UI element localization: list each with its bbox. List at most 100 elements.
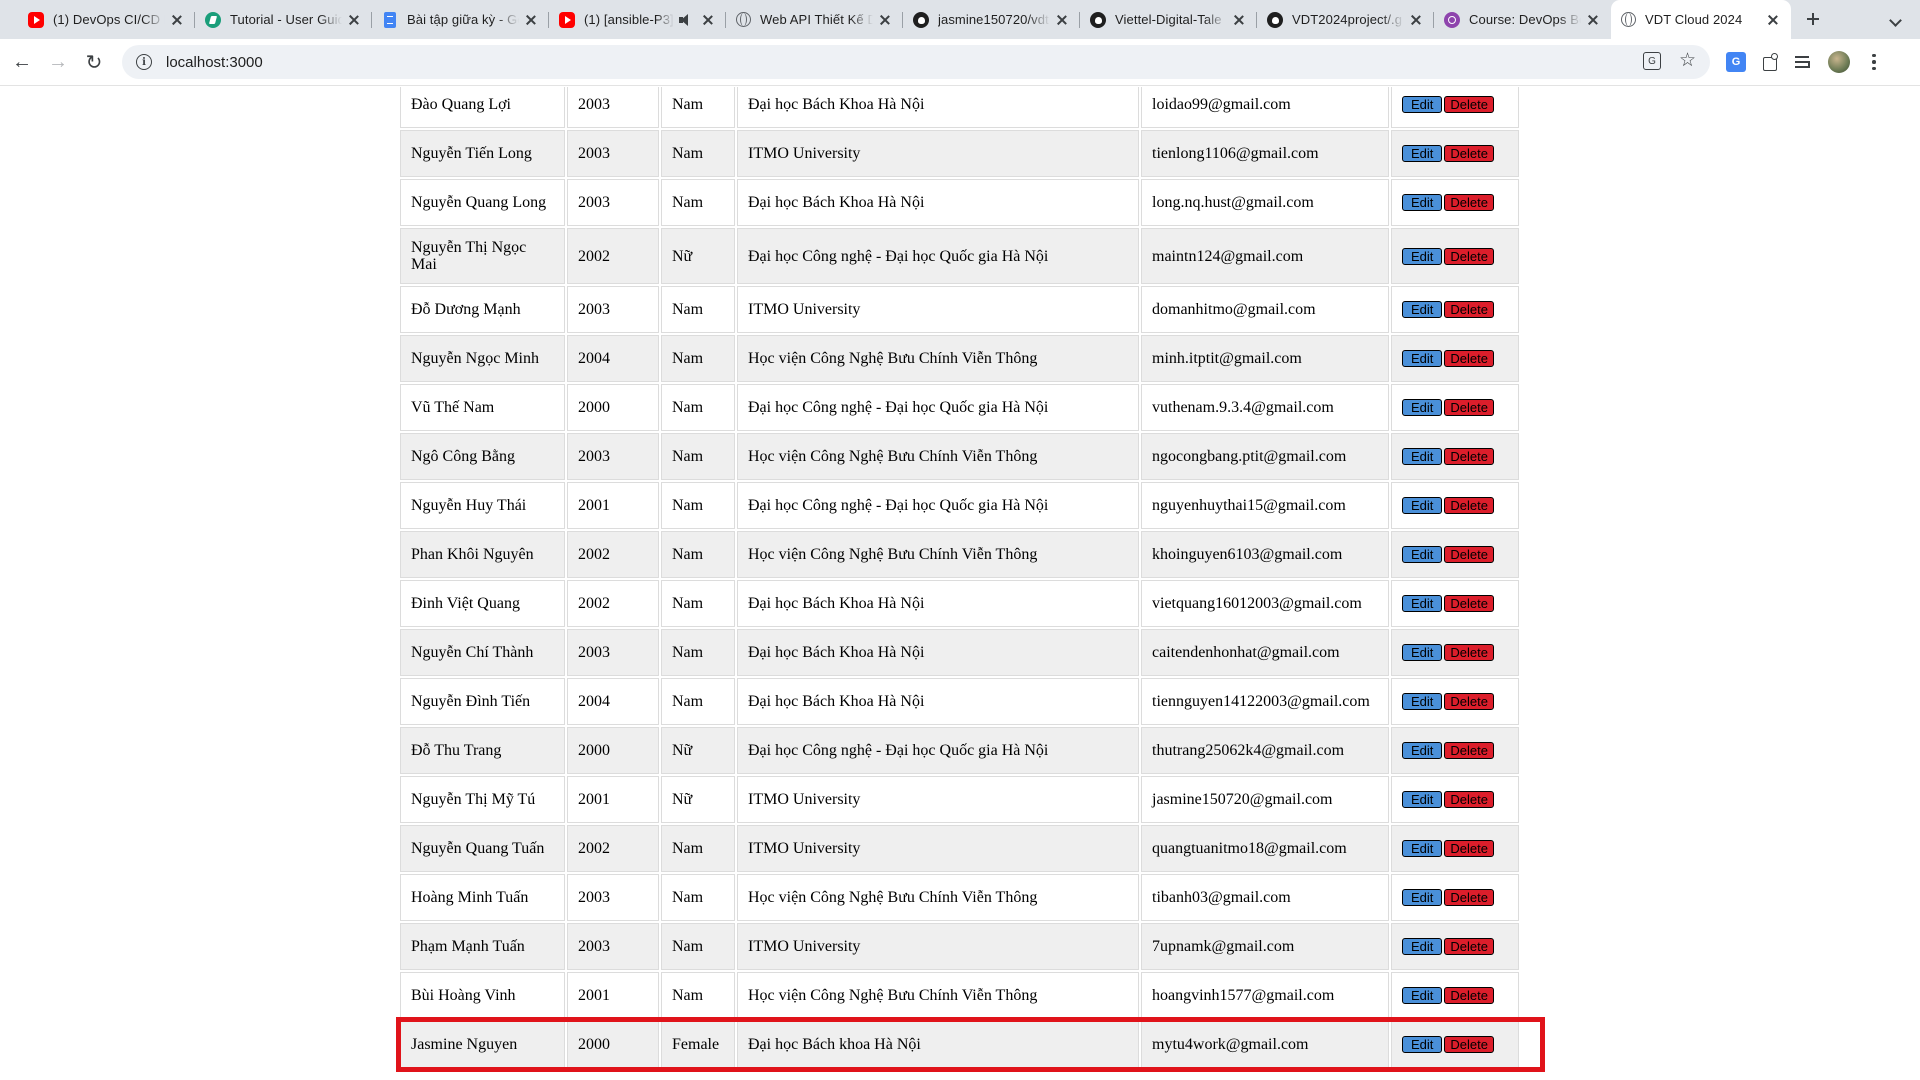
browser-tab[interactable]: Viettel-Digital-Tale <box>1080 0 1257 39</box>
edit-button[interactable]: Edit <box>1402 693 1443 711</box>
actions-cell: Edit Delete <box>1391 629 1519 676</box>
email-cell: tienlong1106@gmail.com <box>1141 130 1389 177</box>
actions-cell: Edit Delete <box>1391 923 1519 970</box>
youtube-icon <box>28 11 44 28</box>
students-table: Đào Quang Lợi 2003 Nam Đại học Bách Khoa Hà… <box>398 87 1521 1070</box>
university-cell: Đại học Công nghệ - Đại học Quốc gia Hà … <box>737 384 1139 431</box>
email-cell: thutrang25062k4@gmail.com <box>1141 727 1389 774</box>
delete-button[interactable]: Delete <box>1444 742 1494 760</box>
browser-tab[interactable]: Bài tập giữa kỳ - Go <box>372 0 549 39</box>
edit-button[interactable]: Edit <box>1402 497 1443 515</box>
tab-search-chevron-icon[interactable] <box>1886 10 1906 30</box>
browser-tab[interactable]: Course: DevOps Bo <box>1434 0 1611 39</box>
edit-button[interactable]: Edit <box>1402 399 1443 417</box>
tab-title: (1) [ansible-P3] <box>584 12 674 27</box>
close-tab-icon[interactable] <box>1231 12 1247 28</box>
email-cell: vietquang16012003@gmail.com <box>1141 580 1389 627</box>
close-tab-icon[interactable] <box>1408 12 1424 28</box>
delete-button[interactable]: Delete <box>1444 546 1494 564</box>
close-tab-icon[interactable] <box>346 12 362 28</box>
birth-year-cell: 2002 <box>567 580 659 627</box>
translate-page-icon[interactable]: G <box>1642 52 1661 70</box>
close-tab-icon[interactable] <box>169 12 185 28</box>
delete-button[interactable]: Delete <box>1444 96 1494 114</box>
delete-button[interactable]: Delete <box>1444 644 1494 662</box>
delete-button[interactable]: Delete <box>1444 399 1494 417</box>
close-tab-icon[interactable] <box>877 12 893 28</box>
delete-button[interactable]: Delete <box>1444 1036 1494 1054</box>
university-cell: Đại học Bách Khoa Hà Nội <box>737 678 1139 725</box>
delete-button[interactable]: Delete <box>1444 840 1494 858</box>
close-tab-icon[interactable] <box>523 12 539 28</box>
delete-button[interactable]: Delete <box>1444 791 1494 809</box>
speaker-icon[interactable] <box>678 13 692 27</box>
edit-button[interactable]: Edit <box>1402 1036 1443 1054</box>
extensions-puzzle-icon[interactable] <box>1760 52 1780 72</box>
back-arrow-icon[interactable]: ← <box>4 44 40 80</box>
email-cell: 7upnamk@gmail.com <box>1141 923 1389 970</box>
browser-tab[interactable]: VDT Cloud 2024 <box>1611 0 1791 39</box>
bookmark-star-icon[interactable]: ☆ <box>1679 51 1696 70</box>
delete-button[interactable]: Delete <box>1444 938 1494 956</box>
edit-button[interactable]: Edit <box>1402 546 1443 564</box>
media-queue-icon[interactable] <box>1794 52 1814 72</box>
edit-button[interactable]: Edit <box>1402 889 1443 907</box>
edit-button[interactable]: Edit <box>1402 448 1443 466</box>
address-bar[interactable]: i localhost:3000 G ☆ <box>122 45 1710 79</box>
delete-button[interactable]: Delete <box>1444 194 1494 212</box>
browser-tab[interactable]: jasmine150720/vdt <box>903 0 1080 39</box>
close-tab-icon[interactable] <box>1585 12 1601 28</box>
edit-button[interactable]: Edit <box>1402 96 1443 114</box>
edit-button[interactable]: Edit <box>1402 247 1443 265</box>
browser-tab[interactable]: VDT2024project/.g <box>1257 0 1434 39</box>
delete-button[interactable]: Delete <box>1444 595 1494 613</box>
delete-button[interactable]: Delete <box>1444 301 1494 319</box>
university-cell: Đại học Công nghệ - Đại học Quốc gia Hà … <box>737 727 1139 774</box>
university-cell: Đại học Bách Khoa Hà Nội <box>737 179 1139 226</box>
delete-button[interactable]: Delete <box>1444 693 1494 711</box>
delete-button[interactable]: Delete <box>1444 350 1494 368</box>
table-row: Nguyễn Huy Thái 2001 Nam Đại học Công nghệ … <box>400 482 1519 529</box>
email-cell: minh.itptit@gmail.com <box>1141 335 1389 382</box>
close-tab-icon[interactable] <box>1054 12 1070 28</box>
new-tab-plus-icon[interactable] <box>1799 5 1827 33</box>
google-translate-extension-icon[interactable]: G <box>1726 52 1746 72</box>
edit-button[interactable]: Edit <box>1402 791 1443 809</box>
actions-cell: Edit Delete <box>1391 130 1519 177</box>
edit-button[interactable]: Edit <box>1402 742 1443 760</box>
delete-button[interactable]: Delete <box>1444 247 1494 265</box>
site-info-icon[interactable]: i <box>136 54 152 70</box>
browser-tab[interactable]: (1) [ansible-P3] <box>549 0 726 39</box>
birth-year-cell: 2000 <box>567 1021 659 1068</box>
edit-button[interactable]: Edit <box>1402 938 1443 956</box>
edit-button[interactable]: Edit <box>1402 145 1443 163</box>
browser-tab[interactable]: Web API Thiết Kế D <box>726 0 903 39</box>
edit-button[interactable]: Edit <box>1402 595 1443 613</box>
delete-button[interactable]: Delete <box>1444 889 1494 907</box>
browser-menu-icon[interactable] <box>1864 52 1884 72</box>
delete-button[interactable]: Delete <box>1444 145 1494 163</box>
actions-cell: Edit Delete <box>1391 482 1519 529</box>
delete-button[interactable]: Delete <box>1444 497 1494 515</box>
browser-tab[interactable]: Tutorial - User Guid <box>195 0 372 39</box>
gender-cell: Nam <box>661 286 735 333</box>
student-name-cell: Nguyễn Đình Tiến <box>400 678 565 725</box>
reload-icon[interactable]: ↻ <box>76 44 112 80</box>
email-cell: caitendenhonhat@gmail.com <box>1141 629 1389 676</box>
browser-tab[interactable]: (1) DevOps CI/CD E <box>18 0 195 39</box>
delete-button[interactable]: Delete <box>1444 987 1494 1005</box>
edit-button[interactable]: Edit <box>1402 194 1443 212</box>
birth-year-cell: 2003 <box>567 923 659 970</box>
edit-button[interactable]: Edit <box>1402 301 1443 319</box>
close-tab-icon[interactable] <box>700 12 716 28</box>
url-text[interactable]: localhost:3000 <box>166 54 263 71</box>
edit-button[interactable]: Edit <box>1402 350 1443 368</box>
close-tab-icon[interactable] <box>1765 12 1781 28</box>
edit-button[interactable]: Edit <box>1402 644 1443 662</box>
edit-button[interactable]: Edit <box>1402 987 1443 1005</box>
forward-arrow-icon[interactable]: → <box>40 44 76 80</box>
university-cell: Đại học Công nghệ - Đại học Quốc gia Hà … <box>737 228 1139 284</box>
delete-button[interactable]: Delete <box>1444 448 1494 466</box>
profile-avatar[interactable] <box>1828 51 1850 73</box>
edit-button[interactable]: Edit <box>1402 840 1443 858</box>
